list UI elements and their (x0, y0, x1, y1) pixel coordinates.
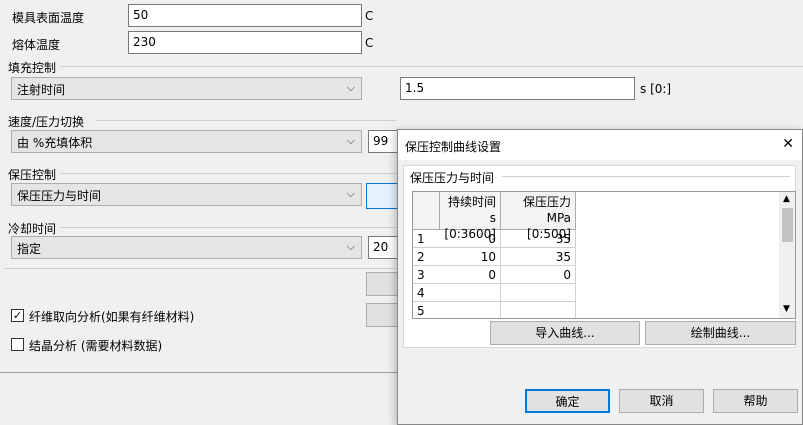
column-header-pressure[interactable]: 保压压力 MPa [0:500] (501, 192, 576, 241)
pressure-cell[interactable]: 35 (501, 230, 576, 248)
duration-cell[interactable]: 0 (440, 230, 501, 248)
chevron-up-icon[interactable]: ▲ (783, 194, 790, 204)
mold-temp-label: 模具表面温度 (12, 11, 85, 25)
dialog-title: 保压控制曲线设置 (405, 140, 502, 154)
header-text: 保压压力 (522, 195, 571, 209)
switchover-value-input[interactable]: 99 (368, 130, 398, 153)
fill-value-input[interactable]: 1.5 (400, 77, 635, 100)
pressure-cell[interactable] (501, 302, 576, 318)
duration-cell[interactable] (440, 284, 501, 302)
pressure-cell[interactable] (501, 284, 576, 302)
row-index: 1 (413, 230, 440, 248)
duration-cell[interactable]: 10 (440, 248, 501, 266)
crystal-checkbox[interactable] (11, 338, 24, 351)
ok-button[interactable]: 确定 (525, 389, 610, 413)
pack-mode-select[interactable]: 保压压力与时间 ⌵ (11, 183, 362, 206)
mold-temp-input[interactable]: 50 (128, 4, 362, 27)
chevron-down-icon: ⌵ (346, 240, 355, 253)
melt-temp-label: 熔体温度 (12, 38, 61, 52)
plot-curve-button[interactable]: 绘制曲线... (645, 321, 796, 345)
cooling-time-label: 冷却时间 (8, 222, 57, 236)
switchover-label: 速度/压力切换 (8, 115, 85, 129)
divider (4, 268, 397, 269)
fiber-checkbox[interactable]: ✓ (11, 309, 24, 322)
mold-temp-unit: C (365, 9, 374, 23)
melt-temp-unit: C (365, 36, 374, 50)
divider (0, 372, 397, 373)
row-index: 2 (413, 248, 440, 266)
cooling-mode-select[interactable]: 指定 ⌵ (11, 236, 362, 259)
close-icon[interactable]: ✕ (782, 136, 794, 152)
melt-temp-input[interactable]: 230 (128, 31, 362, 54)
duration-cell[interactable] (440, 302, 501, 318)
chevron-down-icon: ⌵ (346, 81, 355, 94)
check-icon: ✓ (12, 309, 23, 322)
cancel-button[interactable]: 取消 (619, 389, 704, 413)
divider (60, 173, 397, 174)
fill-mode-select[interactable]: 注射时间 ⌵ (11, 77, 362, 100)
fill-mode-value: 注射时间 (17, 83, 66, 97)
chevron-down-icon[interactable]: ▼ (783, 304, 790, 314)
divider (60, 227, 397, 228)
cooling-value-input[interactable]: 20 (368, 236, 398, 259)
pack-mode-value: 保压压力与时间 (17, 189, 102, 203)
import-curve-button[interactable]: 导入曲线... (490, 321, 640, 345)
group-title: 保压压力与时间 (410, 171, 495, 185)
options-button[interactable] (366, 303, 398, 327)
row-index: 5 (413, 302, 440, 318)
scroll-thumb[interactable] (782, 208, 793, 242)
switchover-mode-value: 由 %充填体积 (17, 136, 93, 150)
row-index: 4 (413, 284, 440, 302)
header-text: 持续时间 (447, 195, 496, 209)
chevron-down-icon: ⌵ (346, 187, 355, 200)
scrollbar[interactable]: ▲ ▼ (779, 192, 795, 318)
dialog-titlebar: 保压控制曲线设置 ✕ (398, 130, 802, 160)
fill-unit: s [0:] (640, 82, 672, 96)
help-button[interactable]: 帮助 (713, 389, 798, 413)
column-header-duration[interactable]: 持续时间 s [0:3600] (440, 192, 501, 241)
crystal-label: 结晶分析 (需要材料数据) (29, 339, 163, 353)
advanced-button[interactable] (366, 272, 398, 296)
pressure-cell[interactable]: 0 (501, 266, 576, 284)
row-index: 3 (413, 266, 440, 284)
pack-control-label: 保压控制 (8, 168, 57, 182)
profile-table[interactable]: 持续时间 s [0:3600] 保压压力 MPa [0:500] 1 0 35 2 10… (412, 191, 796, 319)
divider (96, 120, 397, 121)
divider (502, 176, 790, 177)
pack-group: 保压压力与时间 持续时间 s [0:3600] 保压压力 MPa [0:500]… (403, 165, 796, 348)
chevron-down-icon: ⌵ (346, 134, 355, 147)
table-corner (413, 192, 440, 230)
pack-profile-dialog: 保压控制曲线设置 ✕ 保压压力与时间 持续时间 s [0:3600] 保压压力 … (397, 129, 803, 425)
switchover-mode-select[interactable]: 由 %充填体积 ⌵ (11, 130, 362, 153)
fiber-label: 纤维取向分析(如果有纤维材料) (29, 310, 195, 324)
fill-control-label: 填充控制 (8, 61, 57, 75)
pack-edit-button[interactable] (366, 183, 398, 209)
cooling-mode-value: 指定 (17, 242, 42, 256)
pressure-cell[interactable]: 35 (501, 248, 576, 266)
divider (60, 66, 803, 67)
duration-cell[interactable]: 0 (440, 266, 501, 284)
